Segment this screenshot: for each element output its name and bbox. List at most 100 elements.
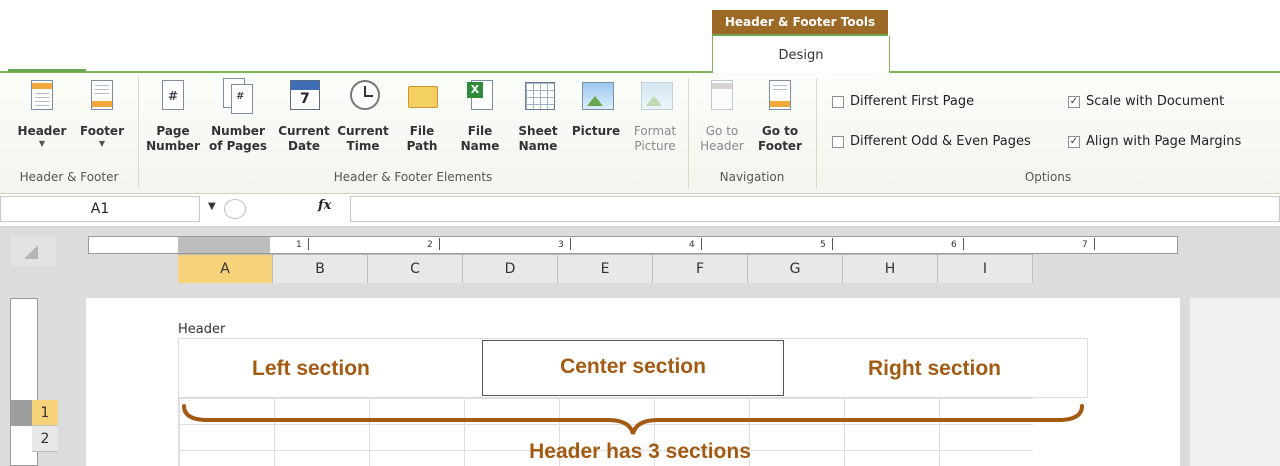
column-header-a[interactable]: A <box>178 255 273 283</box>
ruler-number: 5 <box>820 240 826 250</box>
ruler-number: 2 <box>427 240 433 250</box>
column-header-d[interactable]: D <box>463 255 558 283</box>
scale-with-document-label: Scale with Document <box>1086 94 1225 109</box>
format-picture-button[interactable]: Format Picture <box>626 78 684 154</box>
picture-label: Picture <box>571 124 621 138</box>
number-of-pages-icon: # <box>221 78 255 118</box>
column-header-f[interactable]: F <box>653 255 748 283</box>
different-odd-even-option[interactable]: Different Odd & Even Pages <box>832 134 1031 149</box>
name-box[interactable]: A1 <box>0 196 200 222</box>
number-of-pages-button[interactable]: # Number of Pages <box>205 78 271 154</box>
footer-button[interactable]: Footer ▼ <box>72 78 132 149</box>
current-date-button[interactable]: 7 Current Date <box>275 78 333 154</box>
column-headers: ABCDEFGHI <box>178 254 1033 283</box>
file-name-label-1: File <box>467 124 493 138</box>
file-tab-marker <box>8 69 86 72</box>
group-label-navigation: Navigation <box>719 170 785 184</box>
number-of-pages-label-1: Number <box>211 124 265 138</box>
align-with-margins-option[interactable]: ✓ Align with Page Margins <box>1068 134 1241 149</box>
align-with-margins-checkbox[interactable]: ✓ <box>1068 135 1080 148</box>
ruler-tick <box>832 238 833 250</box>
go-to-footer-label-1: Go to <box>761 124 799 138</box>
file-path-label-2: Path <box>406 139 438 153</box>
picture-icon <box>579 78 614 118</box>
go-to-footer-icon <box>763 78 797 118</box>
picture-button[interactable]: Picture <box>568 78 624 139</box>
ruler-tick <box>701 238 702 250</box>
ruler-tick <box>308 238 309 250</box>
file-name-button[interactable]: X File Name <box>454 78 506 154</box>
different-first-page-checkbox[interactable] <box>832 95 844 108</box>
ruler-tick <box>1094 238 1095 250</box>
left-section-label: Left section <box>252 357 370 380</box>
clock-icon <box>346 78 380 118</box>
formula-cancel-icon <box>224 199 246 219</box>
go-to-footer-button[interactable]: Go to Footer <box>752 78 808 154</box>
header-icon <box>25 78 59 118</box>
sheet-name-label-2: Name <box>518 139 558 153</box>
contextual-tab-title: Header & Footer Tools <box>712 10 888 36</box>
annotation-caption: Header has 3 sections <box>529 440 751 463</box>
column-header-i[interactable]: I <box>938 255 1033 283</box>
center-section-label: Center section <box>560 355 706 378</box>
page-number-label-1: Page <box>156 124 190 138</box>
column-header-e[interactable]: E <box>558 255 653 283</box>
sheet-icon <box>521 78 555 118</box>
align-with-margins-label: Align with Page Margins <box>1086 134 1242 149</box>
page-number-icon: # <box>156 78 190 118</box>
ruler-tick <box>963 238 964 250</box>
page-number-label-2: Number <box>146 139 200 153</box>
current-time-button[interactable]: Current Time <box>335 78 391 154</box>
ruler-number: 7 <box>1082 240 1088 250</box>
tab-strip <box>0 0 1280 72</box>
column-header-c[interactable]: C <box>368 255 463 283</box>
different-first-page-option[interactable]: Different First Page <box>832 94 974 109</box>
current-time-label-2: Time <box>346 139 380 153</box>
scale-with-document-checkbox[interactable]: ✓ <box>1068 95 1080 108</box>
go-to-header-label-2: Header <box>700 139 744 153</box>
chevron-down-icon[interactable]: ▼ <box>208 201 216 212</box>
ruler-number: 3 <box>558 240 564 250</box>
file-name-label-2: Name <box>460 139 500 153</box>
group-label-elements: Header & Footer Elements <box>333 170 493 184</box>
right-section-label: Right section <box>868 357 1002 380</box>
sheet-name-label-1: Sheet <box>518 124 558 138</box>
sheet-name-button[interactable]: Sheet Name <box>512 78 564 154</box>
ruler-marks: 1 2 3 4 5 6 7 <box>0 236 1280 254</box>
header-area-label: Header <box>178 322 226 337</box>
format-picture-icon <box>638 78 673 118</box>
group-label-header-footer: Header & Footer <box>19 170 119 184</box>
header-button-label: Header <box>17 124 67 138</box>
current-date-label-2: Date <box>288 139 320 153</box>
go-to-header-label-1: Go to <box>705 124 739 138</box>
different-odd-even-checkbox[interactable] <box>832 135 844 148</box>
file-path-button[interactable]: File Path <box>396 78 448 154</box>
number-of-pages-label-2: of Pages <box>208 139 268 153</box>
go-to-header-button[interactable]: Go to Header <box>694 78 750 154</box>
footer-button-label: Footer <box>80 124 124 138</box>
format-picture-label-1: Format <box>633 124 677 138</box>
ruler-tick <box>439 238 440 250</box>
ruler-tick <box>570 238 571 250</box>
calendar-icon: 7 <box>287 78 321 118</box>
ruler-number: 4 <box>689 240 695 250</box>
group-label-options: Options <box>1024 170 1072 184</box>
ruler-number: 1 <box>296 240 302 250</box>
column-header-b[interactable]: B <box>273 255 368 283</box>
current-time-label-1: Current <box>337 124 389 138</box>
header-button[interactable]: Header ▼ <box>10 78 74 149</box>
insert-function-button[interactable]: fx <box>318 198 331 213</box>
current-date-label-1: Current <box>278 124 330 138</box>
column-header-h[interactable]: H <box>843 255 938 283</box>
folder-icon <box>405 78 439 118</box>
chevron-down-icon: ▼ <box>98 139 106 148</box>
tab-design[interactable]: Design <box>712 36 890 73</box>
page-number-button[interactable]: # Page Number <box>144 78 202 154</box>
row-header-1[interactable]: 1 <box>32 400 58 426</box>
format-picture-label-2: Picture <box>634 139 676 153</box>
formula-input[interactable] <box>350 196 1280 222</box>
go-to-footer-label-2: Footer <box>758 139 802 153</box>
column-header-g[interactable]: G <box>748 255 843 283</box>
scale-with-document-option[interactable]: ✓ Scale with Document <box>1068 94 1224 109</box>
chevron-down-icon: ▼ <box>38 139 46 148</box>
